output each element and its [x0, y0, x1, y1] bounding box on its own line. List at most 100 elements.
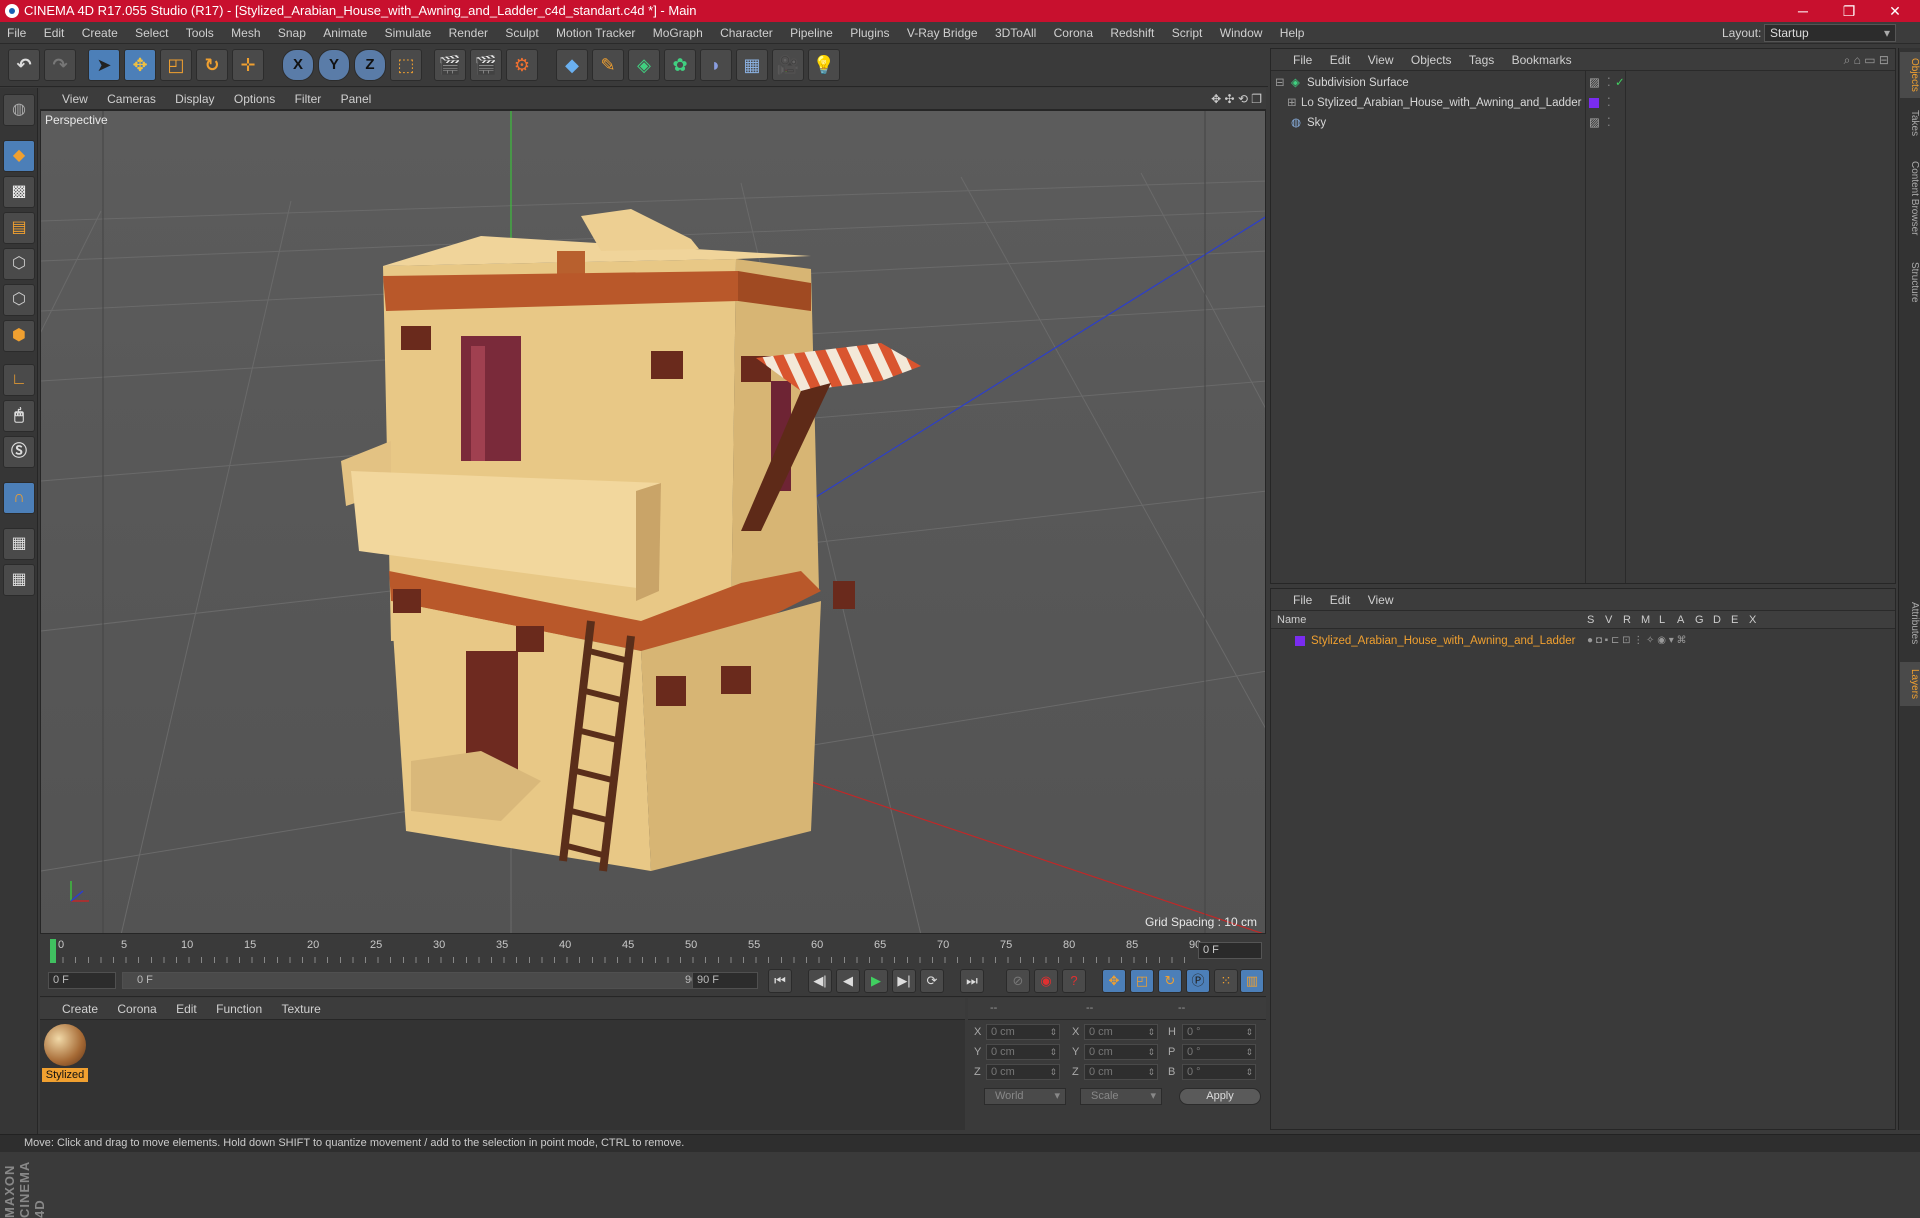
- material-name-label[interactable]: Stylized: [42, 1068, 88, 1082]
- array-icon[interactable]: ✿: [664, 49, 696, 81]
- layers-menu-file[interactable]: File: [1271, 589, 1319, 611]
- current-frame-field[interactable]: 0 F: [1198, 942, 1262, 959]
- scale-tool-icon[interactable]: ◰: [160, 49, 192, 81]
- render-picture-viewer-icon[interactable]: 🎬: [470, 49, 502, 81]
- search-icon[interactable]: ⌕ ⌂ ▭ ⊟: [1844, 49, 1889, 71]
- menu-plugins[interactable]: Plugins: [843, 22, 896, 44]
- object-row[interactable]: ⊟ ◈ Subdivision Surface ▨ ⁚ ✓: [1271, 73, 1895, 93]
- tab-layers[interactable]: Layers: [1900, 662, 1920, 706]
- viewport-menu-cameras[interactable]: Cameras: [99, 88, 164, 110]
- make-editable-icon[interactable]: ◍: [3, 94, 35, 126]
- polygons-mode-icon[interactable]: ⬢: [3, 320, 35, 352]
- objects-menu-objects[interactable]: Objects: [1404, 49, 1459, 71]
- viewport-nav-icons[interactable]: ✥ ✣ ⟲ ❐: [1211, 88, 1262, 110]
- undo-icon[interactable]: ↶: [8, 49, 40, 81]
- menu-window[interactable]: Window: [1213, 22, 1270, 44]
- subdivision-surface-icon[interactable]: ◈: [628, 49, 660, 81]
- start-frame-field[interactable]: 0 F: [48, 972, 116, 989]
- visibility-dots-icon[interactable]: ⁚: [1607, 93, 1611, 113]
- goto-start-icon[interactable]: ⏮: [768, 969, 792, 993]
- tab-structure[interactable]: Structure: [1900, 252, 1920, 312]
- menu-animate[interactable]: Animate: [316, 22, 374, 44]
- size-x-field[interactable]: 0 cm: [1084, 1024, 1158, 1040]
- material-menu-create[interactable]: Create: [40, 998, 106, 1020]
- objects-menu-edit[interactable]: Edit: [1323, 49, 1358, 71]
- pen-spline-icon[interactable]: ✎: [592, 49, 624, 81]
- key-parameter-icon[interactable]: Ⓟ: [1186, 969, 1210, 993]
- menu-simulate[interactable]: Simulate: [378, 22, 439, 44]
- tree-collapse-icon[interactable]: ⊟: [1275, 73, 1285, 93]
- tree-expand-icon[interactable]: ⊞: [1287, 93, 1297, 113]
- previous-frame-icon[interactable]: ◀: [836, 969, 860, 993]
- menu-mograph[interactable]: MoGraph: [646, 22, 710, 44]
- grid-planar-icon[interactable]: ▦: [3, 564, 35, 596]
- size-y-field[interactable]: 0 cm: [1084, 1044, 1158, 1060]
- size-z-field[interactable]: 0 cm: [1084, 1064, 1158, 1080]
- menu-file[interactable]: File: [0, 22, 33, 44]
- apply-button[interactable]: Apply: [1179, 1088, 1261, 1105]
- material-menu-edit[interactable]: Edit: [168, 998, 205, 1020]
- menu-mesh[interactable]: Mesh: [224, 22, 267, 44]
- x-axis-lock-icon[interactable]: X: [282, 49, 314, 81]
- menu-redshift[interactable]: Redshift: [1103, 22, 1161, 44]
- rotate-tool-icon[interactable]: ↻: [196, 49, 228, 81]
- layer-flag-icons[interactable]: ● ◘ ▪ ⊏ ⊡ ⋮ ✧ ◉ ▾ ⌘: [1587, 631, 1687, 651]
- keyframe-selection-icon[interactable]: ?: [1062, 969, 1086, 993]
- snapping-icon[interactable]: ∩: [3, 482, 35, 514]
- axis-mode-icon[interactable]: ∟: [3, 364, 35, 396]
- visibility-dots-icon[interactable]: ⁚: [1607, 73, 1611, 93]
- menu-tools[interactable]: Tools: [179, 22, 221, 44]
- coordinate-system-icon[interactable]: ⬚: [390, 49, 422, 81]
- maximize-button[interactable]: ❐: [1826, 0, 1872, 22]
- perspective-viewport[interactable]: Perspective Grid Spacing : 10 cm: [40, 110, 1266, 934]
- menu-snap[interactable]: Snap: [271, 22, 313, 44]
- key-pla-icon[interactable]: ⁙: [1214, 969, 1238, 993]
- next-key-icon[interactable]: ⟳: [920, 969, 944, 993]
- layout-select[interactable]: Startup: [1764, 24, 1896, 42]
- z-axis-lock-icon[interactable]: Z: [354, 49, 386, 81]
- objects-menu-tags[interactable]: Tags: [1462, 49, 1501, 71]
- coordinate-mode-select[interactable]: Scale: [1080, 1088, 1162, 1105]
- camera-icon[interactable]: 🎥: [772, 49, 804, 81]
- record-keys-icon[interactable]: ⊘: [1006, 969, 1030, 993]
- model-mode-icon[interactable]: ◆: [3, 140, 35, 172]
- viewport-menu-options[interactable]: Options: [226, 88, 283, 110]
- object-row[interactable]: ⊞ Lo Stylized_Arabian_House_with_Awning_…: [1271, 93, 1895, 113]
- material-menu-texture[interactable]: Texture: [273, 998, 328, 1020]
- workplane-mode-icon[interactable]: ▤: [3, 212, 35, 244]
- viewport-menu-view[interactable]: View: [40, 88, 96, 110]
- material-menu-function[interactable]: Function: [208, 998, 270, 1020]
- material-menu-corona[interactable]: Corona: [109, 998, 164, 1020]
- end-frame-field[interactable]: 90 F: [692, 972, 758, 989]
- frame-range-slider[interactable]: 0 F 90 F: [122, 972, 722, 989]
- solo-mode-icon[interactable]: Ⓢ: [3, 436, 35, 468]
- menu-character[interactable]: Character: [713, 22, 780, 44]
- timeline-ruler[interactable]: 0 5 10 15 20 25 30 35 40 45 50 55 60 65 …: [40, 937, 1266, 965]
- floor-icon[interactable]: ▦: [736, 49, 768, 81]
- menu-sculpt[interactable]: Sculpt: [498, 22, 545, 44]
- key-position-icon[interactable]: ✥: [1102, 969, 1126, 993]
- object-row[interactable]: ◍ Sky ▨ ⁚: [1271, 113, 1895, 133]
- render-view-icon[interactable]: 🎬: [434, 49, 466, 81]
- transform-tool-icon[interactable]: ✛: [232, 49, 264, 81]
- minimize-button[interactable]: ─: [1780, 0, 1826, 22]
- coordinate-space-select[interactable]: World: [984, 1088, 1066, 1105]
- layer-row[interactable]: Stylized_Arabian_House_with_Awning_and_L…: [1271, 631, 1895, 651]
- rotation-h-field[interactable]: 0 °: [1182, 1024, 1256, 1040]
- light-icon[interactable]: 💡: [808, 49, 840, 81]
- menu-motion-tracker[interactable]: Motion Tracker: [549, 22, 642, 44]
- menu-select[interactable]: Select: [128, 22, 175, 44]
- key-rotation-icon[interactable]: ↻: [1158, 969, 1182, 993]
- move-tool-icon[interactable]: ✥: [124, 49, 156, 81]
- tweak-mode-icon[interactable]: 🖱: [3, 400, 35, 432]
- render-settings-icon[interactable]: ⚙: [506, 49, 538, 81]
- menu-pipeline[interactable]: Pipeline: [783, 22, 840, 44]
- objects-menu-view[interactable]: View: [1361, 49, 1401, 71]
- deformer-icon[interactable]: ◗: [700, 49, 732, 81]
- menu-vray-bridge[interactable]: V-Ray Bridge: [900, 22, 985, 44]
- tab-attributes[interactable]: Attributes: [1900, 588, 1920, 658]
- play-icon[interactable]: ▶: [864, 969, 888, 993]
- menu-3dtoall[interactable]: 3DToAll: [988, 22, 1043, 44]
- edges-mode-icon[interactable]: ⬡: [3, 284, 35, 316]
- menu-corona[interactable]: Corona: [1047, 22, 1100, 44]
